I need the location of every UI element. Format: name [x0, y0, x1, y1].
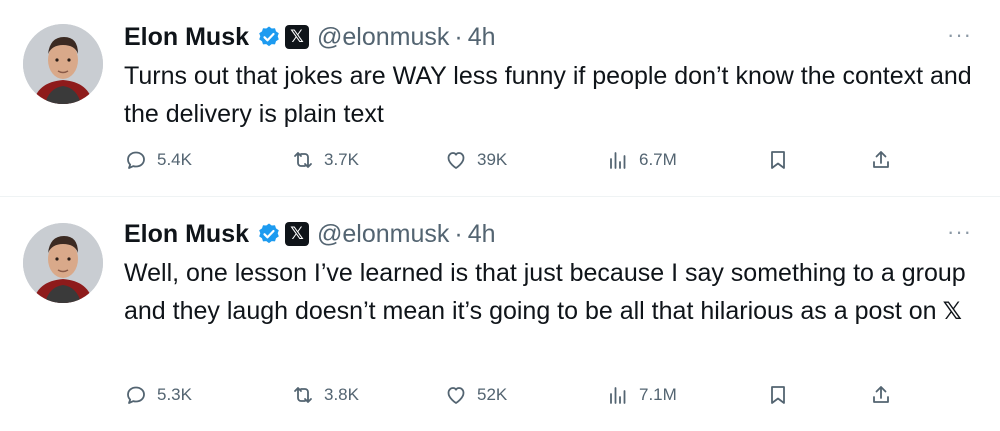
- more-options-icon[interactable]: ···: [947, 22, 972, 48]
- like-count: 52K: [477, 385, 508, 404]
- bookmark-icon: [766, 148, 790, 172]
- reply-icon: [124, 148, 148, 172]
- avatar[interactable]: [23, 24, 103, 104]
- reply-count: 5.4K: [157, 150, 192, 169]
- like-icon: [444, 383, 468, 407]
- view-count: 7.1M: [639, 385, 677, 404]
- x-logo-icon: 𝕏: [942, 298, 962, 325]
- reply-icon: [124, 383, 148, 407]
- bookmark-button[interactable]: [766, 146, 790, 174]
- timestamp[interactable]: 4h: [468, 220, 496, 249]
- like-button[interactable]: 52K: [444, 381, 507, 409]
- tweet-text-body: Well, one lesson I’ve learned is that ju…: [124, 259, 966, 325]
- share-button[interactable]: [869, 146, 893, 174]
- avatar[interactable]: [23, 223, 103, 303]
- repost-button[interactable]: 3.8K: [291, 381, 359, 409]
- bookmark-button[interactable]: [766, 381, 790, 409]
- tweet-2[interactable]: Elon Musk 𝕏 @elonmusk · 4h ··· Well, one…: [0, 197, 1000, 431]
- tweet-actions: 5.4K 3.7K 39K 6.7M: [124, 146, 944, 174]
- author-handle[interactable]: @elonmusk: [317, 23, 449, 52]
- repost-button[interactable]: 3.7K: [291, 146, 359, 174]
- author-name[interactable]: Elon Musk: [124, 220, 249, 249]
- views-button[interactable]: 7.1M: [606, 381, 677, 409]
- tweet-text: Turns out that jokes are WAY less funny …: [124, 57, 980, 133]
- x-affiliate-badge-icon: 𝕏: [285, 25, 310, 49]
- verified-badge-icon: [257, 25, 281, 49]
- reply-count: 5.3K: [157, 385, 192, 404]
- reply-button[interactable]: 5.4K: [124, 146, 192, 174]
- repost-count: 3.7K: [324, 150, 359, 169]
- tweet-text: Well, one lesson I’ve learned is that ju…: [124, 254, 980, 331]
- author-name[interactable]: Elon Musk: [124, 23, 249, 52]
- views-icon: [606, 148, 630, 172]
- share-button[interactable]: [869, 381, 893, 409]
- reply-button[interactable]: 5.3K: [124, 381, 192, 409]
- author-handle[interactable]: @elonmusk: [317, 220, 449, 249]
- separator-dot: ·: [454, 22, 463, 51]
- tweet-header: Elon Musk 𝕏 @elonmusk · 4h: [124, 20, 496, 54]
- like-count: 39K: [477, 150, 508, 169]
- views-icon: [606, 383, 630, 407]
- repost-icon: [291, 383, 315, 407]
- tweet-header: Elon Musk 𝕏 @elonmusk · 4h: [124, 217, 496, 251]
- tweet-text-body: Turns out that jokes are WAY less funny …: [124, 62, 972, 128]
- share-icon: [869, 148, 893, 172]
- tweet-actions: 5.3K 3.8K 52K 7.1M: [124, 381, 944, 409]
- avatar-image: [23, 223, 103, 303]
- views-button[interactable]: 6.7M: [606, 146, 677, 174]
- more-options-icon[interactable]: ···: [947, 219, 972, 245]
- like-button[interactable]: 39K: [444, 146, 507, 174]
- view-count: 6.7M: [639, 150, 677, 169]
- tweet-1[interactable]: Elon Musk 𝕏 @elonmusk · 4h ··· Turns out…: [0, 0, 1000, 197]
- timestamp[interactable]: 4h: [468, 23, 496, 52]
- avatar-image: [23, 24, 103, 104]
- bookmark-icon: [766, 383, 790, 407]
- repost-icon: [291, 148, 315, 172]
- verified-badge-icon: [257, 222, 281, 246]
- share-icon: [869, 383, 893, 407]
- repost-count: 3.8K: [324, 385, 359, 404]
- separator-dot: ·: [454, 219, 463, 248]
- like-icon: [444, 148, 468, 172]
- x-affiliate-badge-icon: 𝕏: [285, 222, 310, 246]
